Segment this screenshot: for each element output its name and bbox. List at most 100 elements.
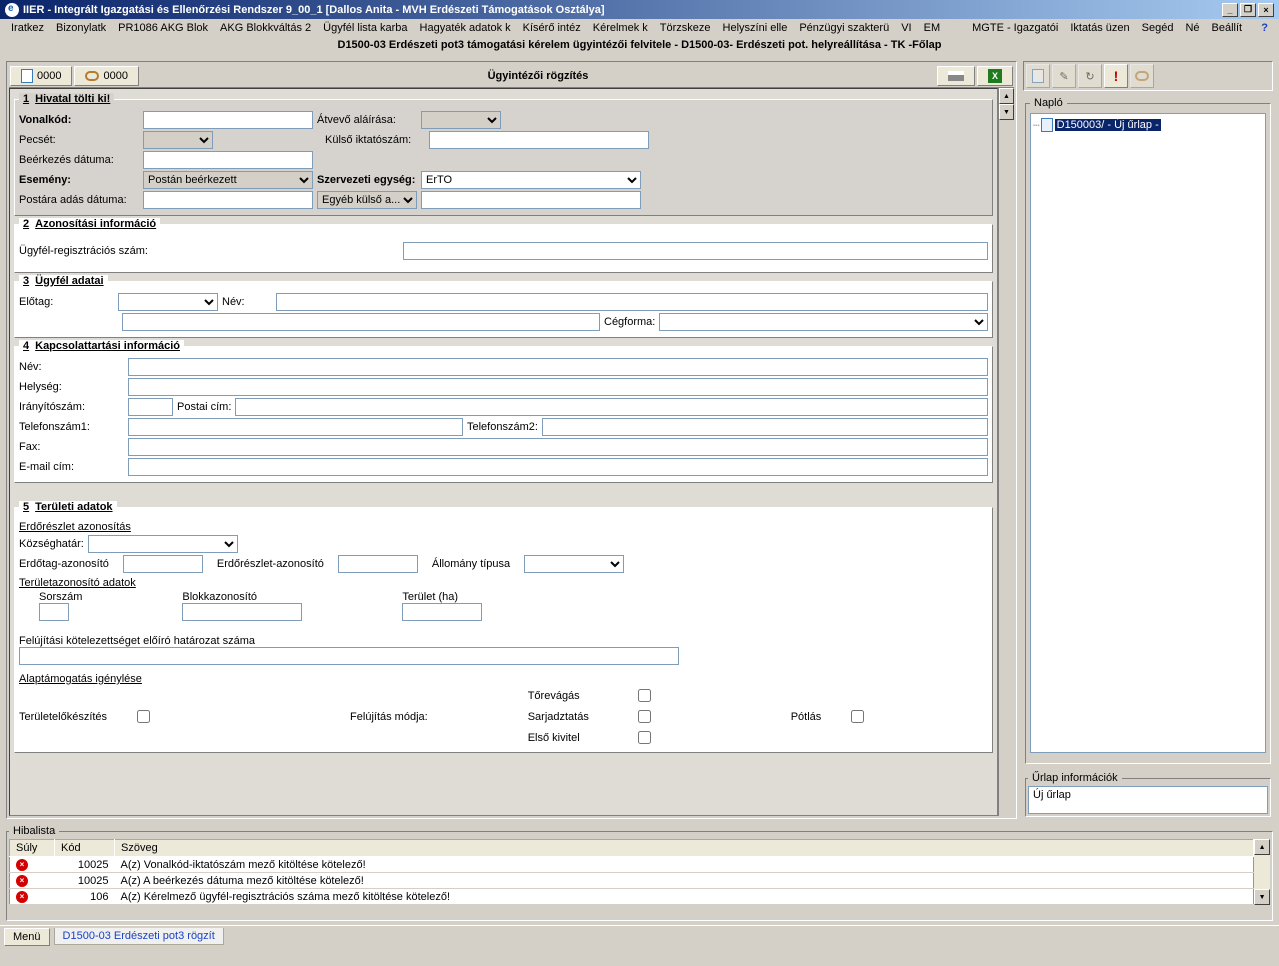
table-row[interactable]: ×106A(z) Kérelmező ügyfél-regisztrációs … [10,889,1254,905]
label-elsokivitel: Első kivitel [528,732,598,744]
close-button[interactable]: × [1258,3,1274,17]
tree-label: D150003/ - Új űrlap - [1055,119,1161,131]
label-atvevo: Átvevő aláírása: [317,114,417,126]
input-sorszam[interactable] [39,603,69,621]
input-terulet[interactable] [402,603,482,621]
menu-item[interactable]: Kísérő intéz [517,22,587,34]
select-elotag[interactable] [118,293,218,311]
input-helyseg[interactable] [128,378,988,396]
menu-item[interactable]: Hagyaték adatok k [414,22,517,34]
menu-button[interactable]: Menü [4,928,50,946]
label-sarjadz: Sarjadztatás [528,711,598,723]
menu-item[interactable]: Beállít [1206,22,1249,34]
rt-refresh-button[interactable]: ↻ [1078,64,1102,88]
label-irsz: Irányítószám: [19,401,124,413]
minimize-button[interactable]: _ [1222,3,1238,17]
col-kod[interactable]: Kód [55,840,115,857]
select-kozseg[interactable] [88,535,238,553]
tree-item[interactable]: ┄ D150003/ - Új űrlap - [1033,118,1263,132]
menu-item[interactable]: MGTE - Igazgatói [966,22,1064,34]
input-vonalkod[interactable] [143,111,313,129]
maximize-button[interactable]: ❐ [1240,3,1256,17]
print-button[interactable] [937,66,975,86]
input-nev2[interactable] [122,313,600,331]
menu-item[interactable]: AKG Blokkváltás 2 [214,22,317,34]
label-beerk: Beérkezés dátuma: [19,154,139,166]
section-4: 4Kapcsolattartási információ Név: Helysé… [14,340,993,483]
menu-item[interactable]: VI [895,22,917,34]
rt-new-button[interactable] [1026,64,1050,88]
select-allomany[interactable] [524,555,624,573]
checkbox-terulet-elo[interactable] [137,710,150,723]
select-esemeny[interactable]: Postán beérkezett [143,171,313,189]
menu-item[interactable]: Né [1179,22,1205,34]
input-erdoresz[interactable] [338,555,418,573]
menu-item[interactable]: EM [918,22,947,34]
scroll-down-icon[interactable]: ▼ [999,104,1014,120]
col-suly[interactable]: Súly [10,840,55,857]
menu-item[interactable]: Helyszíni elle [717,22,794,34]
help-icon[interactable]: ? [1255,22,1274,34]
input-email[interactable] [128,458,988,476]
menu-item[interactable]: Törzskeze [654,22,717,34]
menu-item[interactable]: Ügyfél lista karba [317,22,413,34]
statusbar: Menü D1500-03 Erdészeti pot3 rögzít [0,925,1279,947]
right-toolbar: ✎ ↻ ! [1023,61,1273,91]
input-postai[interactable] [235,398,988,416]
scroll-down-icon[interactable]: ▼ [1254,889,1270,905]
menu-item[interactable]: Kérelmek k [587,22,654,34]
input-blokk[interactable] [182,603,302,621]
scrollbar[interactable]: ▲ ▼ [998,88,1014,816]
select-pecset[interactable] [143,131,213,149]
status-tab[interactable]: D1500-03 Erdészeti pot3 rögzít [54,928,224,945]
input-beerk[interactable] [143,151,313,169]
label-erdotag: Erdőtag-azonosító [19,558,109,570]
doc-button-1[interactable]: 0000 [10,66,72,86]
input-ugyfel-reg[interactable] [403,242,988,260]
naplo-tree[interactable]: ┄ D150003/ - Új űrlap - [1030,113,1266,753]
hiba-scrollbar[interactable]: ▲ ▼ [1254,839,1270,905]
input-erdotag[interactable] [123,555,203,573]
scroll-up-icon[interactable]: ▲ [1254,839,1270,855]
checkbox-sarjadz[interactable] [638,710,651,723]
input-tel2[interactable] [542,418,988,436]
select-szerv[interactable]: ErTO [421,171,641,189]
select-cegforma[interactable] [659,313,988,331]
form-panel: 0000 0000 Ügyintézői rögzítés X 1Hivatal… [6,61,1017,819]
label-potlas: Pótlás [791,711,822,723]
input-irsz[interactable] [128,398,173,416]
table-row[interactable]: ×10025A(z) Vonalkód-iktatószám mező kitö… [10,857,1254,873]
menu-item[interactable]: Bizonylatk [50,22,112,34]
label-blokk: Blokkazonosító [182,591,302,603]
table-row[interactable]: ×10025A(z) A beérkezés dátuma mező kitöl… [10,873,1254,889]
input-nev[interactable] [276,293,988,311]
select-egyeb[interactable]: Egyéb külső a... [317,191,417,209]
menu-item[interactable]: Pénzügyi szakterü [793,22,895,34]
print-icon [948,71,964,81]
checkbox-potlas[interactable] [851,710,864,723]
select-atvevo[interactable] [421,111,501,129]
input-tel1[interactable] [128,418,463,436]
scroll-up-icon[interactable]: ▲ [999,88,1014,104]
menu-item[interactable]: Iktatás üzen [1064,22,1135,34]
label-elotag: Előtag: [19,296,114,308]
rt-edit-button[interactable]: ✎ [1052,64,1076,88]
rt-alert-button[interactable]: ! [1104,64,1128,88]
menu-item[interactable]: Iratkez [5,22,50,34]
input-egyeb[interactable] [421,191,641,209]
input-kulso-ikt[interactable] [429,131,649,149]
input-k-nev[interactable] [128,358,988,376]
menu-item[interactable]: Segéd [1136,22,1180,34]
input-postara[interactable] [143,191,313,209]
menu-item[interactable]: PR1086 AKG Blok [112,22,214,34]
input-fax[interactable] [128,438,988,456]
checkbox-elsokivitel[interactable] [638,731,651,744]
col-szoveg[interactable]: Szöveg [115,840,1254,857]
excel-button[interactable]: X [977,66,1013,86]
input-feluj-kot[interactable] [19,647,679,665]
error-icon: × [16,891,28,903]
checkbox-torevagas[interactable] [638,689,651,702]
rt-link-button[interactable] [1130,64,1154,88]
hibalista-panel: Hibalista Súly Kód Szöveg ×10025A(z) Von… [6,825,1273,921]
link-button[interactable]: 0000 [74,66,138,86]
